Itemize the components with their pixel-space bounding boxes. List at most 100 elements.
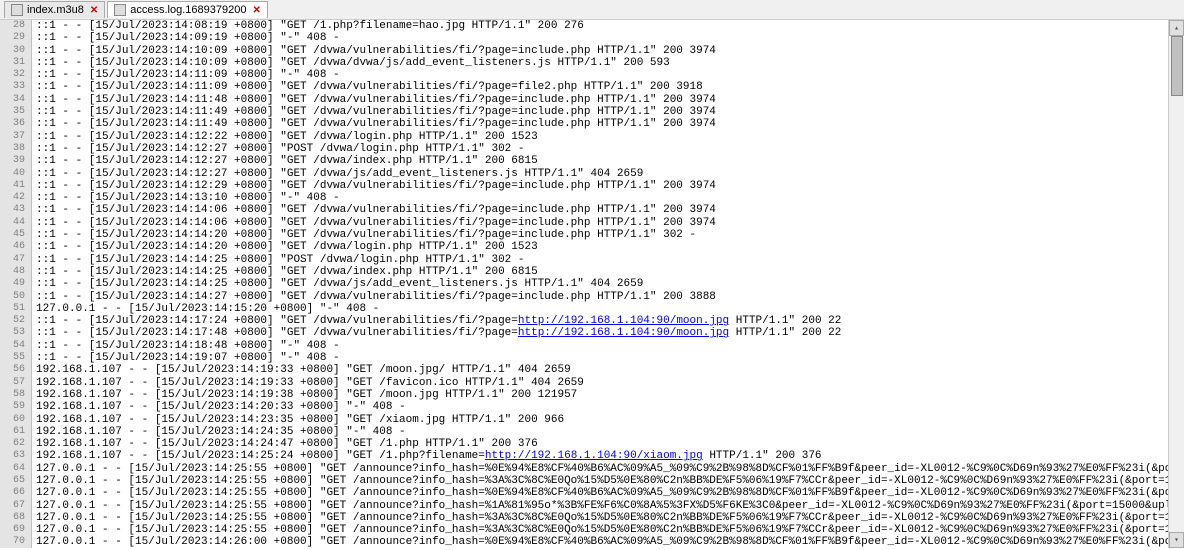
url-link[interactable]: http://192.168.1.104:90/moon.jpg <box>518 327 729 339</box>
line-number: 45 <box>0 229 25 241</box>
log-line[interactable]: ::1 - - [15/Jul/2023:14:10:09 +0800] "GE… <box>36 45 1184 57</box>
log-line[interactable]: ::1 - - [15/Jul/2023:14:17:48 +0800] "GE… <box>36 327 1184 339</box>
line-number: 48 <box>0 266 25 278</box>
log-line[interactable]: 192.168.1.107 - - [15/Jul/2023:14:19:33 … <box>36 377 1184 389</box>
line-number: 29 <box>0 32 25 44</box>
log-line[interactable]: 127.0.0.1 - - [15/Jul/2023:14:25:55 +080… <box>36 500 1184 512</box>
log-text: 192.168.1.107 - - [15/Jul/2023:14:20:33 … <box>36 401 406 413</box>
log-text: 127.0.0.1 - - [15/Jul/2023:14:25:55 +080… <box>36 524 1184 536</box>
scroll-up-button[interactable]: ▴ <box>1169 20 1184 36</box>
tab-access-log-1689379200[interactable]: access.log.1689379200 ✕ <box>107 1 268 18</box>
log-content[interactable]: ::1 - - [15/Jul/2023:14:08:19 +0800] "GE… <box>32 20 1184 548</box>
log-text: ::1 - - [15/Jul/2023:14:17:48 +0800] "GE… <box>36 327 518 339</box>
log-text: ::1 - - [15/Jul/2023:14:11:49 +0800] "GE… <box>36 106 716 118</box>
line-number: 64 <box>0 463 25 475</box>
log-text: ::1 - - [15/Jul/2023:14:11:09 +0800] "-"… <box>36 69 340 81</box>
log-text: 127.0.0.1 - - [15/Jul/2023:14:26:00 +080… <box>36 536 1184 548</box>
log-line[interactable]: ::1 - - [15/Jul/2023:14:13:10 +0800] "-"… <box>36 192 1184 204</box>
log-line[interactable]: ::1 - - [15/Jul/2023:14:14:27 +0800] "GE… <box>36 291 1184 303</box>
log-text: ::1 - - [15/Jul/2023:14:12:22 +0800] "GE… <box>36 131 538 143</box>
line-number-gutter: 2829303132333435363738394041424344454647… <box>0 20 32 548</box>
url-link[interactable]: http://192.168.1.104:90/moon.jpg <box>518 315 729 327</box>
line-number: 67 <box>0 500 25 512</box>
log-line[interactable]: ::1 - - [15/Jul/2023:14:11:49 +0800] "GE… <box>36 118 1184 130</box>
line-number: 40 <box>0 168 25 180</box>
tab-label: access.log.1689379200 <box>130 4 246 16</box>
line-number: 31 <box>0 57 25 69</box>
log-text: ::1 - - [15/Jul/2023:14:12:27 +0800] "GE… <box>36 168 643 180</box>
log-line[interactable]: ::1 - - [15/Jul/2023:14:11:09 +0800] "-"… <box>36 69 1184 81</box>
log-line[interactable]: ::1 - - [15/Jul/2023:14:14:25 +0800] "GE… <box>36 278 1184 290</box>
log-line[interactable]: ::1 - - [15/Jul/2023:14:14:25 +0800] "GE… <box>36 266 1184 278</box>
log-text: ::1 - - [15/Jul/2023:14:14:06 +0800] "GE… <box>36 204 716 216</box>
log-line[interactable]: 127.0.0.1 - - [15/Jul/2023:14:25:55 +080… <box>36 524 1184 536</box>
url-link[interactable]: http://192.168.1.104:90/xiaom.jpg <box>485 450 703 462</box>
log-text: HTTP/1.1" 200 22 <box>729 327 841 339</box>
log-line[interactable]: ::1 - - [15/Jul/2023:14:09:19 +0800] "-"… <box>36 32 1184 44</box>
log-line[interactable]: ::1 - - [15/Jul/2023:14:11:49 +0800] "GE… <box>36 106 1184 118</box>
line-number: 37 <box>0 131 25 143</box>
line-number: 68 <box>0 512 25 524</box>
log-line[interactable]: 127.0.0.1 - - [15/Jul/2023:14:25:55 +080… <box>36 475 1184 487</box>
log-line[interactable]: 192.168.1.107 - - [15/Jul/2023:14:24:47 … <box>36 438 1184 450</box>
line-number: 34 <box>0 94 25 106</box>
log-line[interactable]: 127.0.0.1 - - [15/Jul/2023:14:25:55 +080… <box>36 512 1184 524</box>
log-line[interactable]: 192.168.1.107 - - [15/Jul/2023:14:23:35 … <box>36 414 1184 426</box>
log-line[interactable]: ::1 - - [15/Jul/2023:14:12:29 +0800] "GE… <box>36 180 1184 192</box>
line-number: 47 <box>0 254 25 266</box>
log-text: ::1 - - [15/Jul/2023:14:11:49 +0800] "GE… <box>36 118 716 130</box>
log-line[interactable]: ::1 - - [15/Jul/2023:14:08:19 +0800] "GE… <box>36 20 1184 32</box>
log-line[interactable]: ::1 - - [15/Jul/2023:14:12:27 +0800] "PO… <box>36 143 1184 155</box>
log-line[interactable]: 192.168.1.107 - - [15/Jul/2023:14:19:33 … <box>36 364 1184 376</box>
vertical-scrollbar[interactable]: ▴ ▾ <box>1168 20 1184 548</box>
scroll-down-button[interactable]: ▾ <box>1169 532 1184 548</box>
log-line[interactable]: ::1 - - [15/Jul/2023:14:14:20 +0800] "GE… <box>36 229 1184 241</box>
tab-close-icon[interactable]: ✕ <box>252 5 260 16</box>
log-line[interactable]: ::1 - - [15/Jul/2023:14:11:09 +0800] "GE… <box>36 81 1184 93</box>
line-number: 69 <box>0 524 25 536</box>
log-text: ::1 - - [15/Jul/2023:14:14:25 +0800] "GE… <box>36 266 538 278</box>
log-text: 192.168.1.107 - - [15/Jul/2023:14:24:47 … <box>36 438 538 450</box>
line-number: 43 <box>0 204 25 216</box>
log-text: ::1 - - [15/Jul/2023:14:13:10 +0800] "-"… <box>36 192 340 204</box>
log-line[interactable]: 192.168.1.107 - - [15/Jul/2023:14:19:38 … <box>36 389 1184 401</box>
log-text: 127.0.0.1 - - [15/Jul/2023:14:25:55 +080… <box>36 475 1184 487</box>
log-line[interactable]: 192.168.1.107 - - [15/Jul/2023:14:25:24 … <box>36 450 1184 462</box>
log-line[interactable]: ::1 - - [15/Jul/2023:14:11:48 +0800] "GE… <box>36 94 1184 106</box>
log-text: 192.168.1.107 - - [15/Jul/2023:14:19:38 … <box>36 389 577 401</box>
log-text: ::1 - - [15/Jul/2023:14:19:07 +0800] "-"… <box>36 352 340 364</box>
log-text: 127.0.0.1 - - [15/Jul/2023:14:25:55 +080… <box>36 463 1184 475</box>
log-line[interactable]: ::1 - - [15/Jul/2023:14:12:22 +0800] "GE… <box>36 131 1184 143</box>
log-line[interactable]: 127.0.0.1 - - [15/Jul/2023:14:26:00 +080… <box>36 536 1184 548</box>
log-line[interactable]: ::1 - - [15/Jul/2023:14:18:48 +0800] "-"… <box>36 340 1184 352</box>
log-text: ::1 - - [15/Jul/2023:14:10:09 +0800] "GE… <box>36 45 716 57</box>
log-line[interactable]: 192.168.1.107 - - [15/Jul/2023:14:20:33 … <box>36 401 1184 413</box>
tab-close-icon[interactable]: ✕ <box>90 5 98 16</box>
log-text: HTTP/1.1" 200 376 <box>703 450 822 462</box>
log-text: 127.0.0.1 - - [15/Jul/2023:14:25:55 +080… <box>36 512 1184 524</box>
log-line[interactable]: ::1 - - [15/Jul/2023:14:19:07 +0800] "-"… <box>36 352 1184 364</box>
log-line[interactable]: ::1 - - [15/Jul/2023:14:14:20 +0800] "GE… <box>36 241 1184 253</box>
log-line[interactable]: 127.0.0.1 - - [15/Jul/2023:14:25:55 +080… <box>36 487 1184 499</box>
log-text: ::1 - - [15/Jul/2023:14:14:25 +0800] "PO… <box>36 254 524 266</box>
log-line[interactable]: ::1 - - [15/Jul/2023:14:17:24 +0800] "GE… <box>36 315 1184 327</box>
log-text: ::1 - - [15/Jul/2023:14:14:25 +0800] "GE… <box>36 278 643 290</box>
log-line[interactable]: ::1 - - [15/Jul/2023:14:14:25 +0800] "PO… <box>36 254 1184 266</box>
log-line[interactable]: 127.0.0.1 - - [15/Jul/2023:14:15:20 +080… <box>36 303 1184 315</box>
line-number: 55 <box>0 352 25 364</box>
log-line[interactable]: 127.0.0.1 - - [15/Jul/2023:14:25:55 +080… <box>36 463 1184 475</box>
log-line[interactable]: ::1 - - [15/Jul/2023:14:14:06 +0800] "GE… <box>36 217 1184 229</box>
scroll-thumb[interactable] <box>1171 36 1183 96</box>
line-number: 30 <box>0 45 25 57</box>
log-line[interactable]: ::1 - - [15/Jul/2023:14:10:09 +0800] "GE… <box>36 57 1184 69</box>
line-number: 53 <box>0 327 25 339</box>
line-number: 49 <box>0 278 25 290</box>
log-text: ::1 - - [15/Jul/2023:14:12:27 +0800] "PO… <box>36 143 524 155</box>
log-line[interactable]: ::1 - - [15/Jul/2023:14:12:27 +0800] "GE… <box>36 168 1184 180</box>
line-number: 46 <box>0 241 25 253</box>
log-line[interactable]: ::1 - - [15/Jul/2023:14:14:06 +0800] "GE… <box>36 204 1184 216</box>
tab-index-m3u8[interactable]: index.m3u8✕ <box>4 1 105 18</box>
log-line[interactable]: ::1 - - [15/Jul/2023:14:12:27 +0800] "GE… <box>36 155 1184 167</box>
log-line[interactable]: 192.168.1.107 - - [15/Jul/2023:14:24:35 … <box>36 426 1184 438</box>
line-number: 65 <box>0 475 25 487</box>
